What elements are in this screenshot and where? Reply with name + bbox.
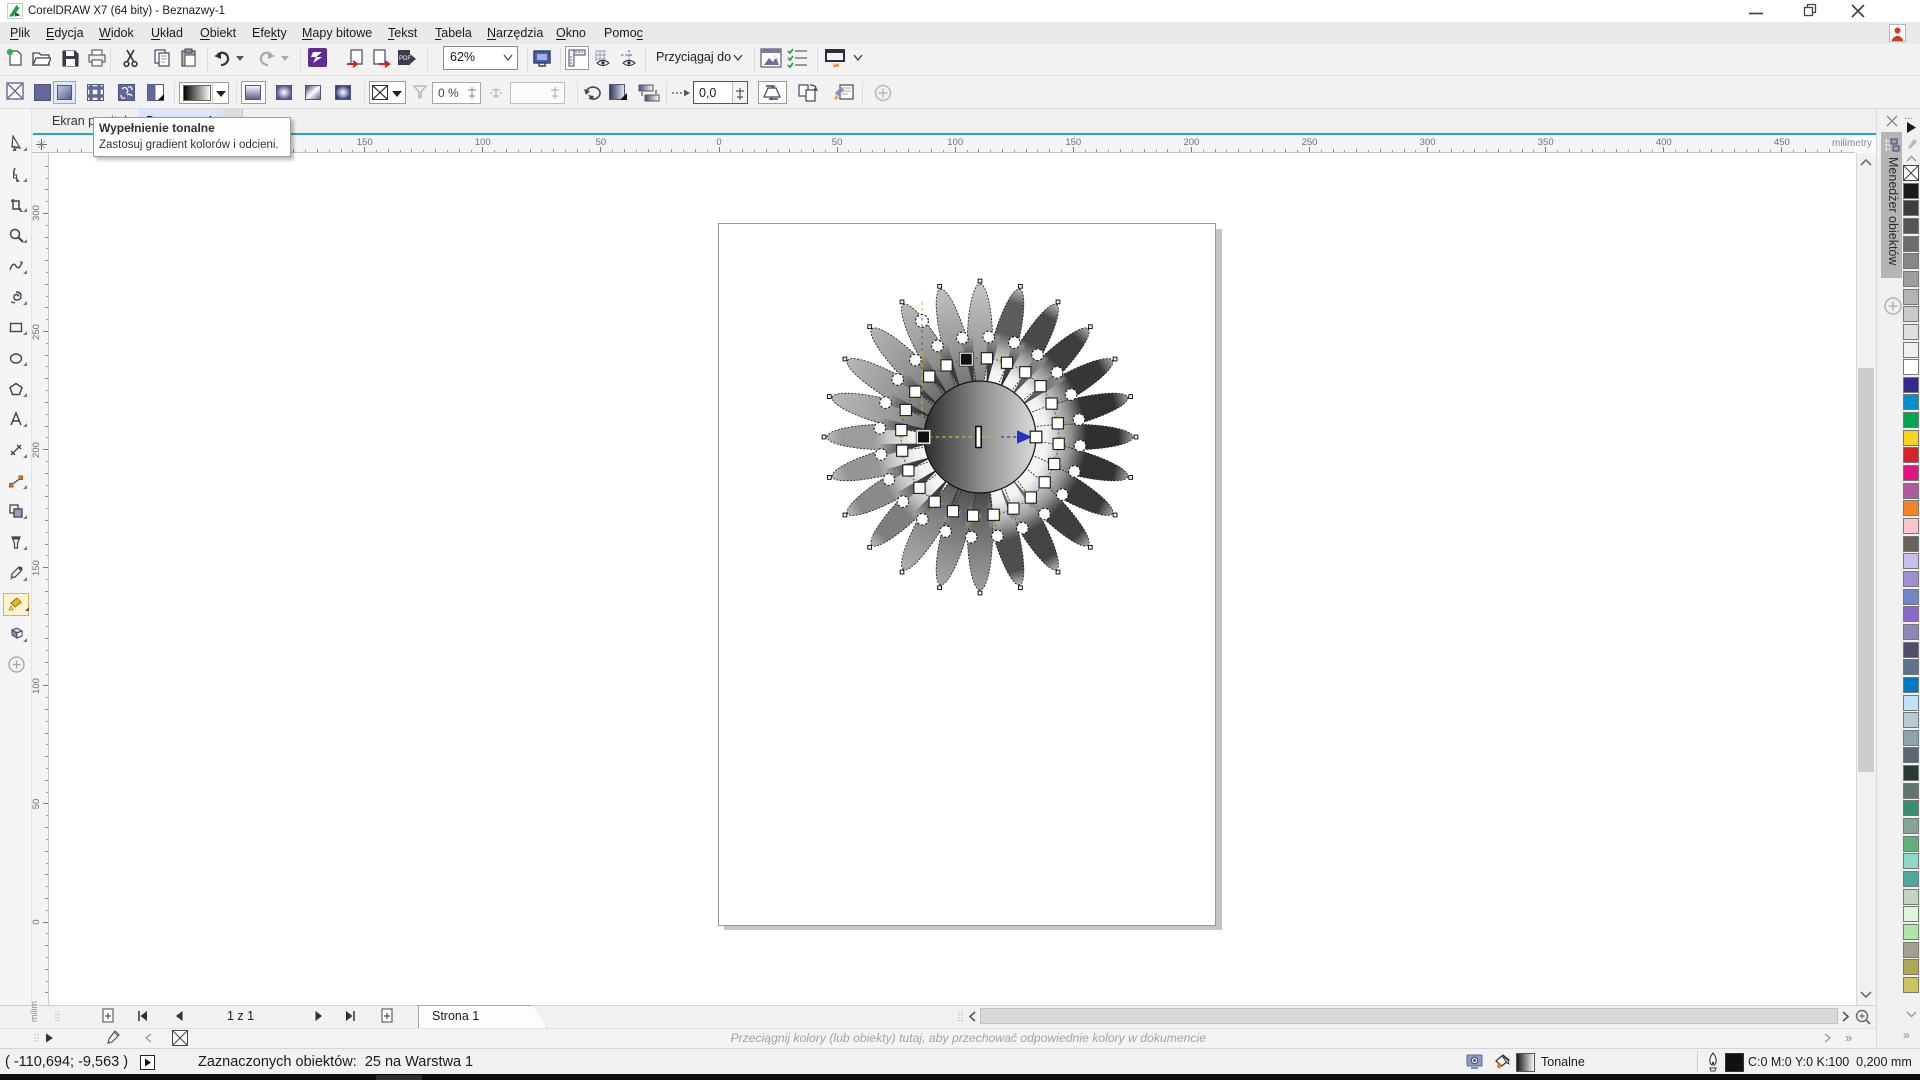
- svg-text:PDF: PDF: [399, 56, 411, 62]
